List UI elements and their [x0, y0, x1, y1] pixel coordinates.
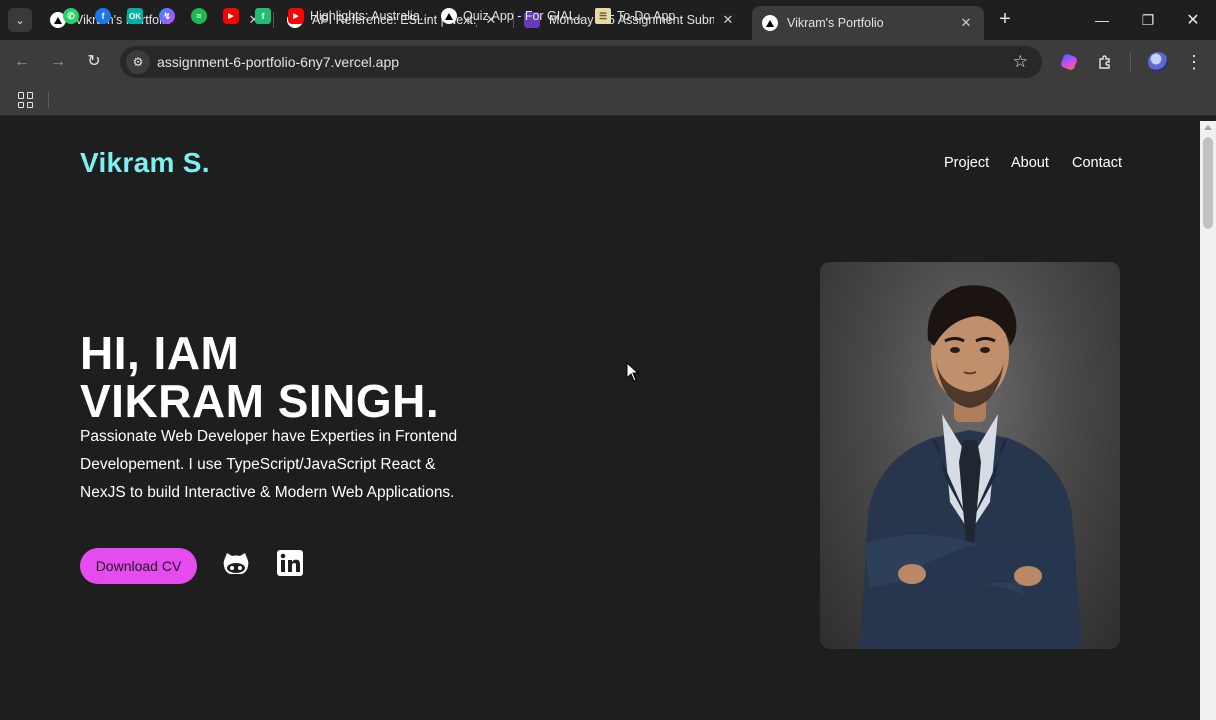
forward-button[interactable]: →: [46, 50, 70, 74]
facebook-icon: f: [95, 8, 111, 24]
close-icon[interactable]: ✕: [720, 12, 736, 28]
whatsapp-icon: ✆: [63, 8, 79, 24]
messenger-icon: ↯: [159, 8, 175, 24]
hero-heading-line2: VIKRAM SINGH.: [80, 375, 440, 427]
hero-heading-line1: HI, IAM: [80, 327, 240, 379]
scroll-thumb[interactable]: [1203, 137, 1213, 229]
bookmark-label: To-Do App: [617, 9, 676, 23]
bookmark-fiverr[interactable]: f: [255, 7, 277, 25]
bookmark-star-icon[interactable]: ☆: [1013, 52, 1028, 72]
bookmark-youtube[interactable]: ▶: [223, 7, 245, 25]
nav-link-project[interactable]: Project: [944, 155, 989, 171]
bookmark-facebook[interactable]: f: [95, 7, 117, 25]
reload-button[interactable]: ↻: [82, 50, 106, 74]
browser-toolbar: ← → ↻ ⚙ assignment-6-portfolio-6ny7.verc…: [0, 40, 1216, 84]
close-icon[interactable]: ✕: [958, 15, 974, 31]
notepad-icon: ☰: [595, 8, 611, 24]
profile-portrait-photo: [820, 262, 1120, 649]
bookmark-spotify[interactable]: ≈: [191, 7, 213, 25]
okru-icon: OK: [127, 8, 143, 24]
spotify-icon: ≈: [191, 8, 207, 24]
youtube-icon: ▶: [223, 8, 239, 24]
toolbar-divider: [1130, 52, 1131, 72]
restore-button[interactable]: ❐: [1125, 0, 1171, 40]
minimize-button[interactable]: —: [1079, 0, 1125, 40]
bookmark-label: Quiz App - For GIAI...: [463, 9, 583, 23]
new-tab-button[interactable]: +: [993, 8, 1017, 32]
vercel-icon: [762, 15, 778, 31]
copilot-extension-icon[interactable]: [1057, 50, 1081, 74]
fiverr-icon: f: [255, 8, 271, 24]
youtube-icon: ▶: [288, 8, 304, 24]
bookmark-todo-app[interactable]: ☰ To-Do App: [595, 7, 675, 25]
hero-description: Passionate Web Developer have Experties …: [80, 428, 458, 501]
tab-vikrams-portfolio-active[interactable]: Vikram's Portfolio ✕: [752, 6, 984, 40]
bookmark-whatsapp[interactable]: ✆: [63, 7, 85, 25]
bookmark-label: Highlights: Australia...: [310, 9, 431, 23]
site-info-icon[interactable]: ⚙: [126, 50, 150, 74]
bookmark-highlights[interactable]: ▶ Highlights: Australia...: [288, 7, 430, 25]
apps-grid-icon[interactable]: [18, 92, 34, 108]
page-viewport: Vikram S. Project About Contact HI, IAM …: [0, 121, 1200, 720]
mouse-cursor-icon: [626, 362, 640, 382]
tab-title: Vikram's Portfolio: [787, 16, 884, 30]
bookmark-messenger[interactable]: ↯: [159, 7, 181, 25]
page-scrollbar[interactable]: [1200, 121, 1216, 720]
extensions-puzzle-icon[interactable]: [1093, 50, 1117, 74]
download-cv-button[interactable]: Download CV: [80, 548, 197, 584]
vercel-icon: [441, 8, 457, 24]
site-logo[interactable]: Vikram S.: [80, 147, 210, 179]
profile-avatar[interactable]: [1146, 50, 1170, 74]
bookmark-okru[interactable]: OK: [127, 7, 149, 25]
linkedin-icon[interactable]: [276, 549, 306, 579]
url-text: assignment-6-portfolio-6ny7.vercel.app: [157, 54, 400, 70]
github-icon[interactable]: [221, 549, 251, 579]
back-button[interactable]: ←: [10, 50, 34, 74]
nav-link-about[interactable]: About: [1011, 155, 1049, 171]
bookmark-quiz-app[interactable]: Quiz App - For GIAI...: [441, 7, 582, 25]
bookmarks-bar: [0, 84, 1216, 116]
nav-link-contact[interactable]: Contact: [1072, 155, 1122, 171]
hero-heading: HI, IAM VIKRAM SINGH.: [80, 329, 439, 425]
menu-kebab-icon[interactable]: ⋮: [1182, 50, 1206, 74]
address-bar[interactable]: ⚙ assignment-6-portfolio-6ny7.vercel.app…: [120, 46, 1042, 78]
tab-search-button[interactable]: ⌄: [8, 8, 32, 32]
scroll-up-arrow-icon[interactable]: [1204, 125, 1212, 130]
bookmarks-divider: [48, 92, 49, 108]
window-close-button[interactable]: ✕: [1170, 0, 1216, 40]
